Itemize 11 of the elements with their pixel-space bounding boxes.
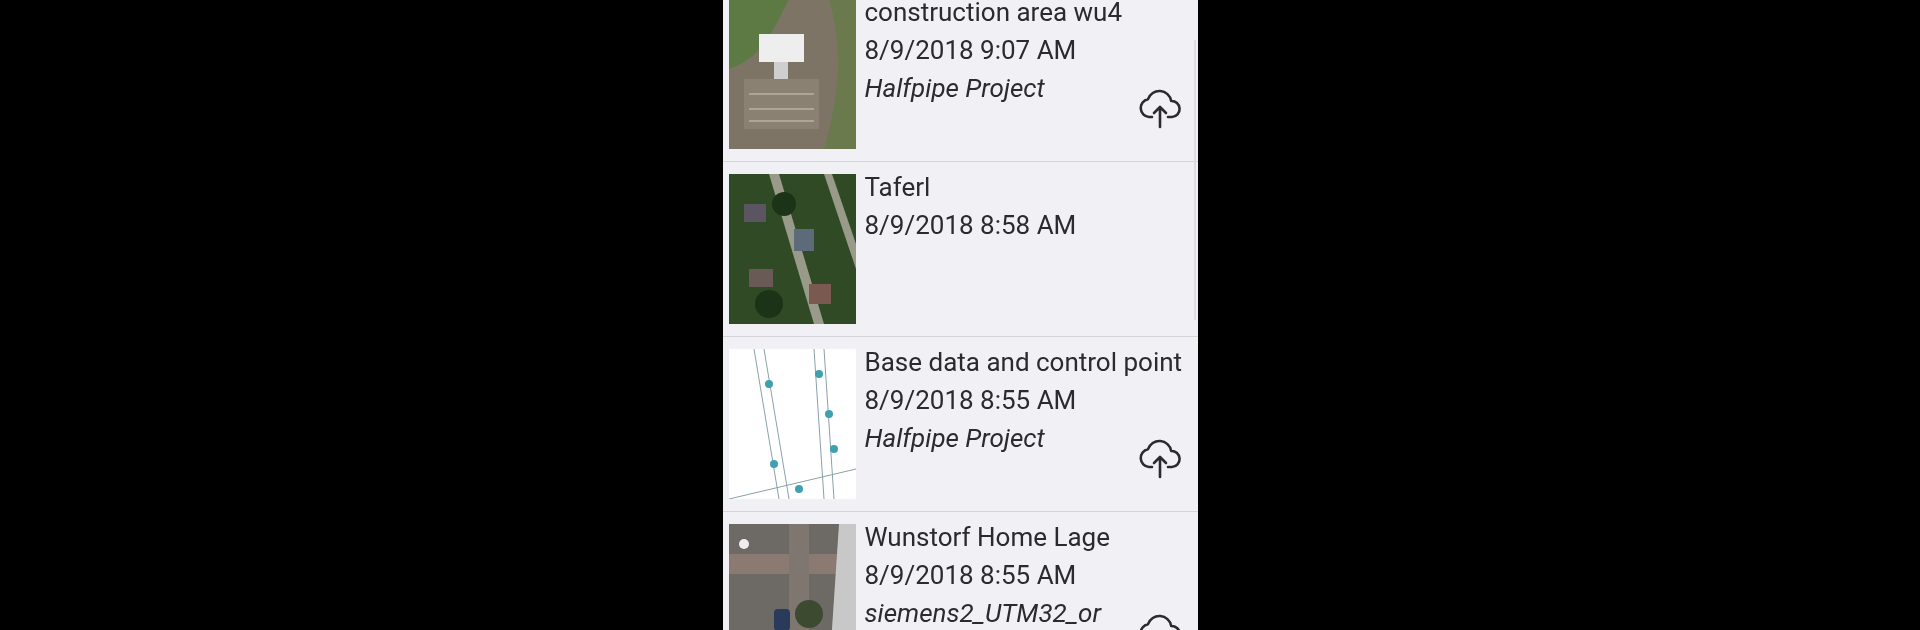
- project-title: Wunstorf Home Lage: [864, 521, 1110, 554]
- project-title: construction area wu4: [864, 0, 1122, 29]
- project-date: 8/9/2018 8:55 AM: [864, 559, 1077, 592]
- project-title: Taferl: [864, 171, 931, 204]
- project-group: Halfpipe Project: [864, 69, 1045, 107]
- project-title: Base data and control point: [864, 346, 1183, 379]
- project-group: siemens2_UTM32_or: [864, 594, 1102, 630]
- project-date: 8/9/2018 8:55 AM: [864, 384, 1077, 417]
- project-group: Halfpipe Project: [864, 419, 1045, 457]
- project-date: 8/9/2018 8:58 AM: [864, 209, 1077, 242]
- project-date: 8/9/2018 9:07 AM: [864, 34, 1077, 67]
